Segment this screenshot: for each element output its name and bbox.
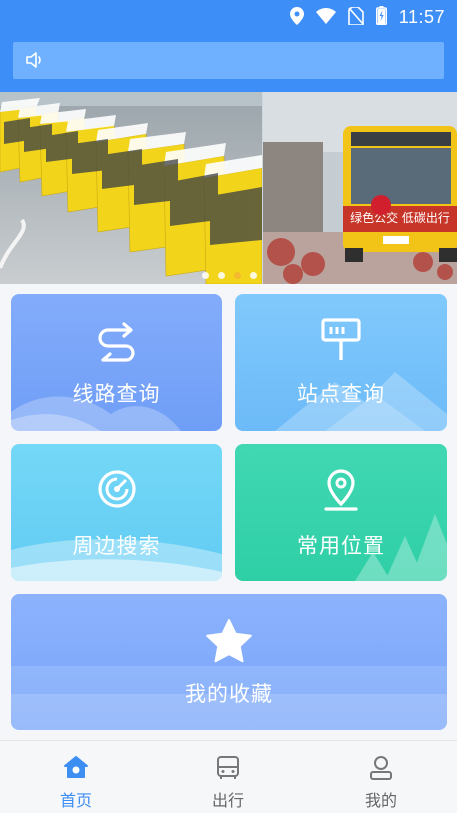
tab-home[interactable]: 首页 bbox=[0, 741, 152, 813]
favorites-label: 我的收藏 bbox=[185, 682, 273, 706]
tab-home-label: 首页 bbox=[59, 791, 92, 810]
star-icon bbox=[205, 618, 253, 668]
common-places-card[interactable]: 常用位置 bbox=[235, 444, 447, 581]
station-query-label: 站点查询 bbox=[297, 382, 385, 406]
banner-carousel[interactable]: 绿色公交 低碳出行 bbox=[0, 92, 457, 284]
status-icons: 11:57 bbox=[289, 5, 445, 29]
route-query-label: 线路查询 bbox=[72, 382, 161, 406]
map-pin-icon bbox=[322, 468, 360, 516]
status-time: 11:57 bbox=[398, 7, 445, 27]
carousel-dot[interactable] bbox=[218, 272, 225, 279]
battery-charging-icon bbox=[375, 6, 387, 29]
banner-slide-bus-fleet bbox=[0, 92, 262, 284]
banner-slide-green-bus: 绿色公交 低碳出行 bbox=[263, 92, 457, 284]
tab-mine-label: 我的 bbox=[364, 791, 397, 810]
carousel-dot[interactable] bbox=[250, 272, 257, 279]
tab-travel-label: 出行 bbox=[211, 791, 244, 810]
route-query-card[interactable]: 线路查询 bbox=[11, 294, 222, 431]
notice-bar[interactable] bbox=[13, 42, 444, 79]
top-header: 11:57 bbox=[0, 0, 457, 92]
nearby-search-label: 周边搜索 bbox=[72, 534, 161, 558]
bus-sign-text: 绿色公交 低碳出行 bbox=[350, 210, 450, 225]
status-bar: 11:57 bbox=[0, 0, 457, 32]
no-sim-icon bbox=[347, 5, 364, 29]
radar-icon bbox=[96, 468, 138, 514]
speaker-icon bbox=[25, 51, 47, 73]
tab-mine[interactable]: 我的 bbox=[305, 741, 457, 813]
location-icon bbox=[289, 6, 304, 29]
bus-stop-sign-icon bbox=[321, 318, 361, 366]
bus-icon bbox=[216, 755, 240, 785]
favorites-card[interactable]: 我的收藏 bbox=[11, 594, 447, 730]
carousel-dot-active[interactable] bbox=[234, 272, 241, 279]
carousel-dots bbox=[202, 272, 257, 279]
station-query-card[interactable]: 站点查询 bbox=[235, 294, 447, 431]
nearby-search-card[interactable]: 周边搜索 bbox=[11, 444, 222, 581]
home-icon bbox=[63, 755, 89, 783]
route-arrows-icon bbox=[96, 322, 138, 366]
wifi-icon bbox=[315, 7, 336, 28]
person-icon bbox=[369, 755, 393, 785]
carousel-dot[interactable] bbox=[202, 272, 209, 279]
tab-travel[interactable]: 出行 bbox=[152, 741, 304, 813]
common-places-label: 常用位置 bbox=[297, 534, 385, 558]
bottom-tab-bar: 首页 出行 我的 bbox=[0, 740, 457, 813]
